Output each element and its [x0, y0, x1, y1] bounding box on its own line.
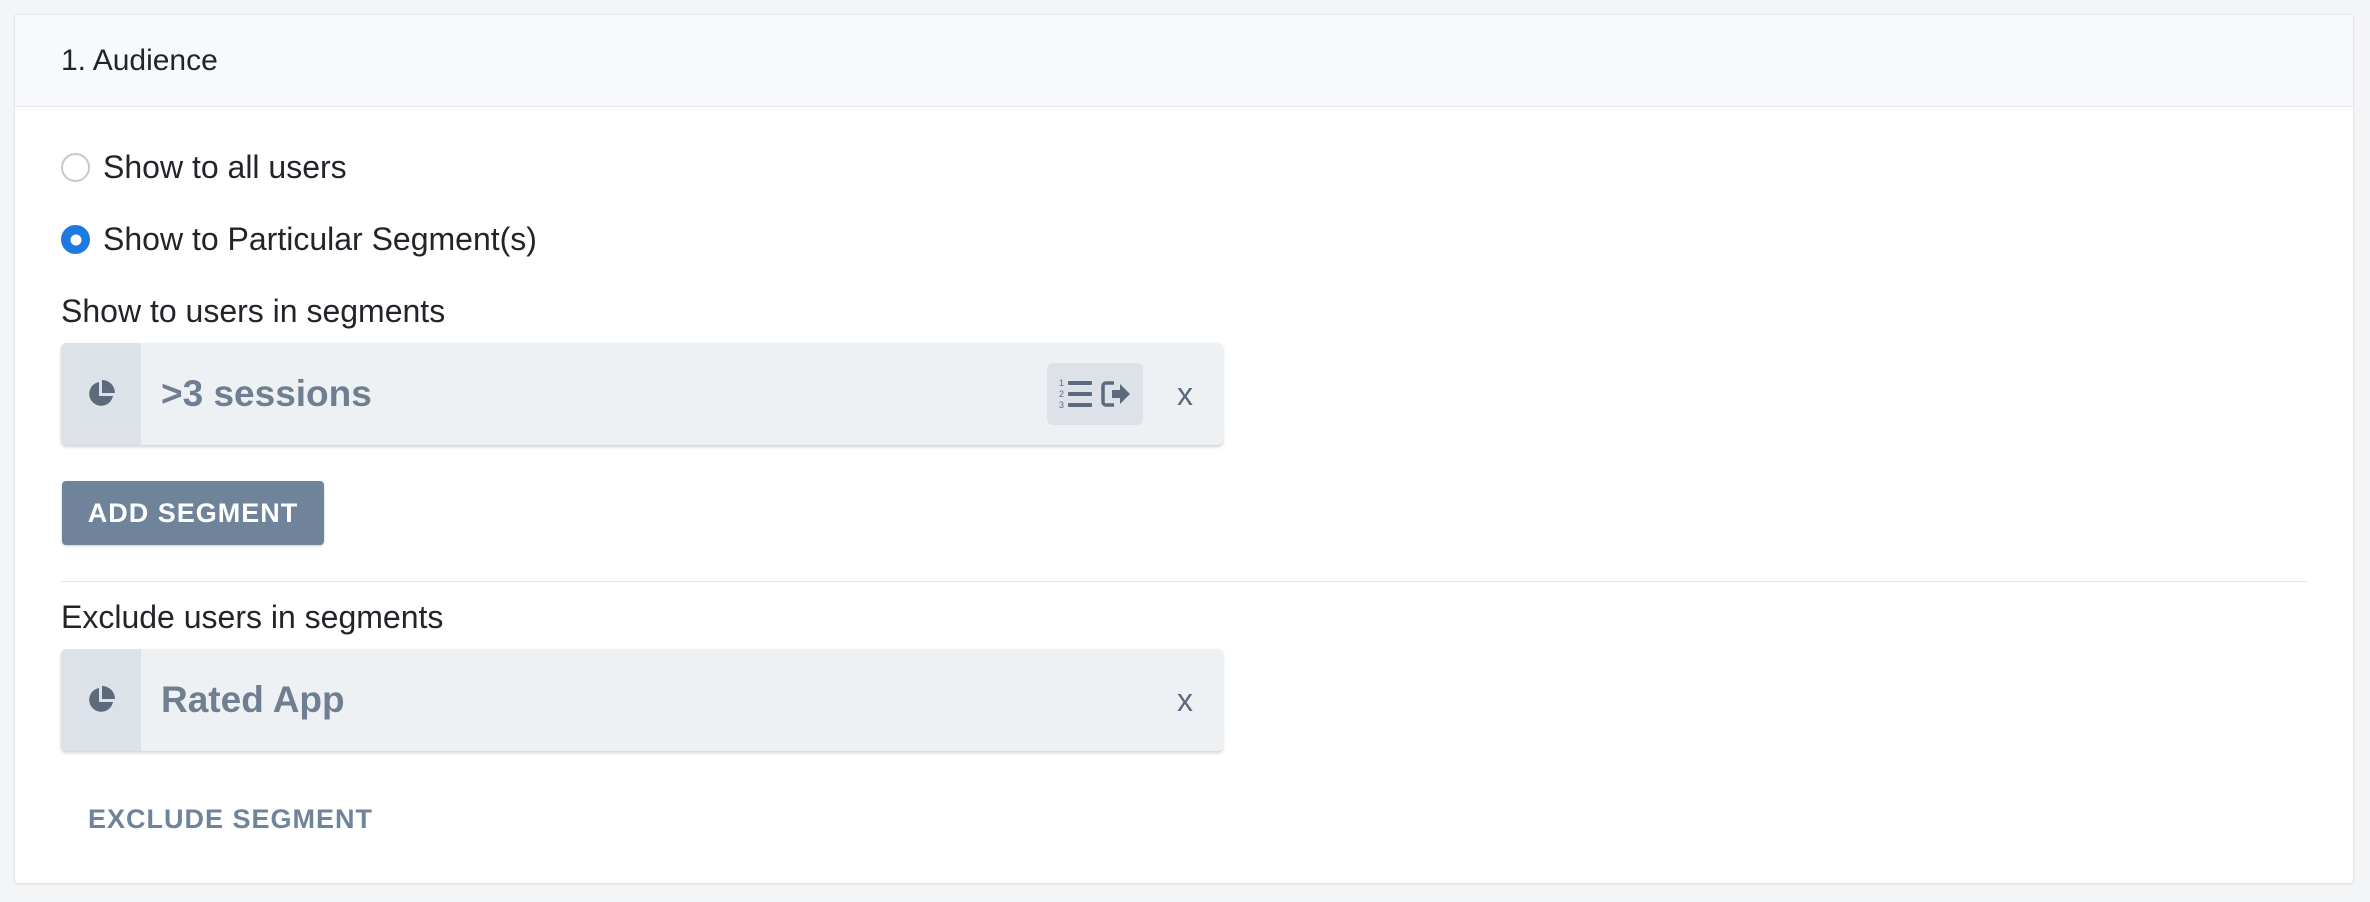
svg-text:2: 2	[1059, 389, 1064, 399]
radio-particular-segments-circle[interactable]	[61, 225, 90, 254]
radio-particular-segments[interactable]: Show to Particular Segment(s)	[61, 221, 537, 258]
segment-actions-group[interactable]: 1 2 3	[1047, 363, 1143, 425]
svg-text:1: 1	[1059, 378, 1064, 388]
pie-chart-icon	[89, 380, 115, 406]
add-segment-button[interactable]: ADD SEGMENT	[62, 481, 324, 545]
export-icon[interactable]	[1100, 379, 1132, 409]
include-segment-item: >3 sessions 1 2 3 x	[61, 343, 1223, 445]
remove-exclude-segment-button[interactable]: x	[1165, 682, 1205, 719]
card-header: 1. Audience	[15, 15, 2353, 107]
svg-text:3: 3	[1059, 400, 1064, 410]
radio-all-users-circle[interactable]	[61, 153, 90, 182]
exclude-segments-label: Exclude users in segments	[61, 599, 444, 635]
include-segment-name: >3 sessions	[161, 373, 372, 414]
include-segments-label: Show to users in segments	[61, 293, 446, 329]
section-divider	[61, 581, 2307, 582]
radio-all-users-label[interactable]: Show to all users	[103, 149, 347, 186]
pie-chart-icon	[89, 686, 115, 712]
numbered-list-icon[interactable]: 1 2 3	[1058, 377, 1094, 411]
segment-icon-cell	[61, 343, 141, 445]
radio-particular-segments-label[interactable]: Show to Particular Segment(s)	[103, 221, 537, 258]
section-title: 1. Audience	[61, 43, 218, 77]
remove-include-segment-button[interactable]: x	[1165, 376, 1205, 413]
segment-icon-cell	[61, 649, 141, 751]
radio-all-users[interactable]: Show to all users	[61, 149, 347, 186]
audience-card: 1. Audience Show to all users Show to Pa…	[14, 14, 2354, 884]
exclude-segment-name: Rated App	[161, 679, 345, 720]
exclude-segment-button[interactable]: EXCLUDE SEGMENT	[62, 789, 382, 849]
exclude-segment-item: Rated App x	[61, 649, 1223, 751]
